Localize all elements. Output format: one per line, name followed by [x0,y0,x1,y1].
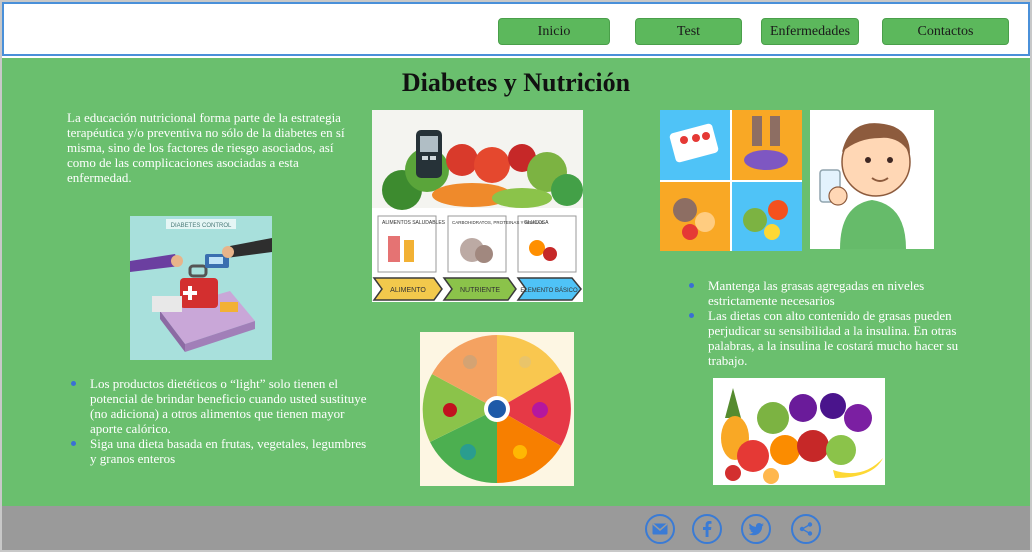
arrow-label-2: NUTRIENTE [460,287,500,294]
site-footer [2,506,1030,550]
bullet-icon [71,381,76,386]
arrow-label-3: ELEMENTO BÁSICO [520,287,578,294]
page-title: Diabetes y Nutrición [401,68,631,97]
child-drinking-water-image [810,110,934,249]
list-item-text: Siga una dieta basada en frutas, vegetal… [90,436,367,466]
bullet-icon [689,313,694,318]
list-item: Los productos dietéticos o “light” solo … [70,376,370,436]
main-content: Diabetes y Nutrición La educación nutric… [2,58,1030,506]
diabetes-control-label: DIABETES CONTROL [171,223,232,229]
site-header: Inicio Test Enfermedades Contactos [2,2,1030,56]
email-icon[interactable] [645,514,675,544]
healthy-habits-image [660,110,802,251]
bullet-icon [71,441,76,446]
list-item-text: Los productos dietéticos o “light” solo … [90,376,367,436]
nav-test-button[interactable]: Test [635,18,742,45]
share-icon[interactable] [791,514,821,544]
intro-paragraph: La educación nutricional forma parte de … [67,110,345,185]
nav-contactos-button[interactable]: Contactos [882,18,1009,45]
list-item: Mantenga las grasas agregadas en niveles… [688,278,978,308]
diabetes-control-image: DIABETES CONTROL [130,216,272,360]
facebook-icon[interactable] [692,514,722,544]
nav-enfermedades-button[interactable]: Enfermedades [761,18,859,45]
left-bullet-list: Los productos dietéticos o “light” solo … [70,376,370,466]
list-item-text: Mantenga las grasas agregadas en niveles… [708,278,925,308]
food-label-1: ALIMENTOS SALUDABLES [382,220,446,226]
list-item: Siga una dieta basada en frutas, vegetal… [70,436,370,466]
food-label-3: GLUCOSA [524,220,549,226]
list-item-text: Las dietas con alto contenido de grasas … [708,308,959,368]
food-plate-image [420,332,574,486]
arrow-label-1: ALIMENTO [390,287,426,294]
nav-inicio-button[interactable]: Inicio [498,18,610,45]
food-groups-image: ALIMENTOS SALUDABLES CARBOHIDRATOS, PROT… [372,110,583,302]
bullet-icon [689,283,694,288]
twitter-icon[interactable] [741,514,771,544]
fruits-image [713,378,885,485]
right-bullet-list: Mantenga las grasas agregadas en niveles… [688,278,978,368]
list-item: Las dietas con alto contenido de grasas … [688,308,978,368]
